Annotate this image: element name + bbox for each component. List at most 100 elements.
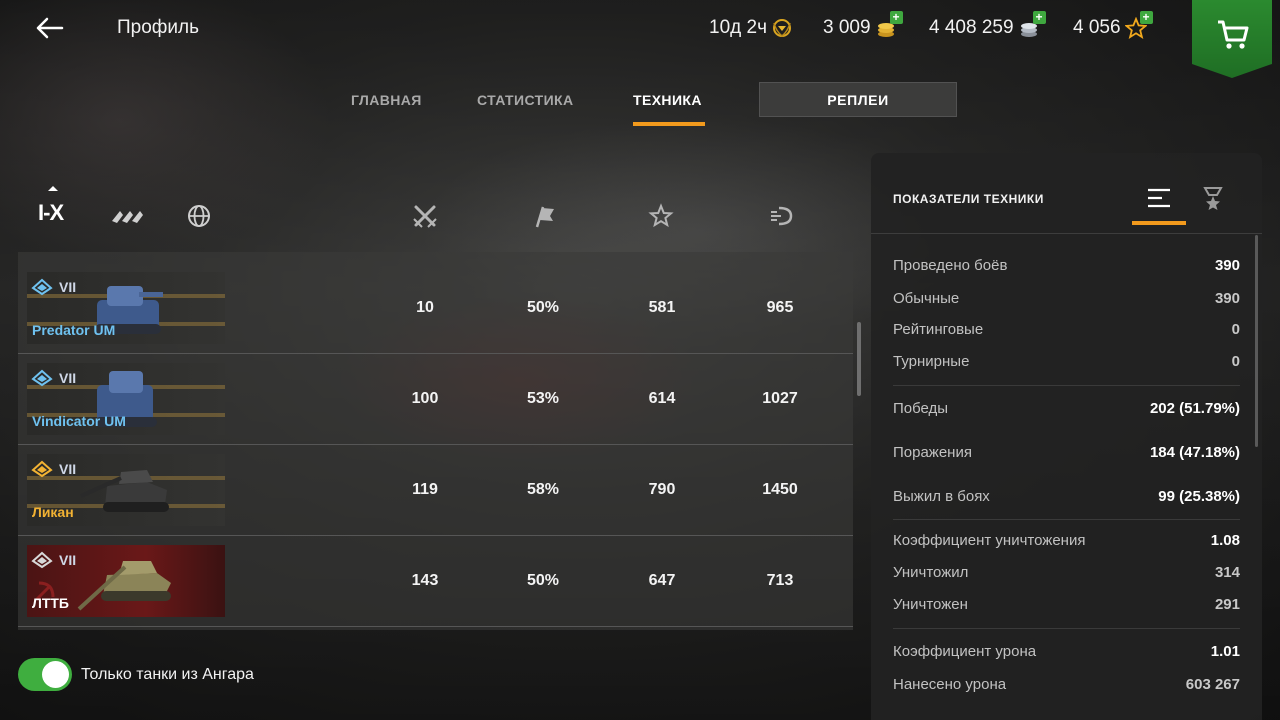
hangar-only-toggle[interactable] [18,658,72,691]
back-button[interactable] [34,14,66,42]
stat-row: Поражения 184 (47.18%) [893,442,1240,464]
avg-xp-cell: 614 [648,390,676,407]
awards-tab[interactable] [1197,185,1229,211]
tier-badge: VII [31,278,76,296]
battles-icon[interactable] [412,203,438,229]
add-gold-icon[interactable]: + [889,11,903,24]
avg-damage-shell-icon[interactable] [767,203,793,229]
tier-badge: VII [31,369,76,387]
tank-name: ЛТТБ [32,595,69,611]
divider [893,385,1240,386]
stats-list-tab[interactable] [1144,185,1176,211]
panel-scrollbar[interactable] [1255,235,1258,447]
stat-value: 1.01 [1210,643,1240,660]
tank-image-icon [80,470,169,512]
free-xp-balance[interactable]: 4 056 + [1073,11,1153,39]
tank-image-icon [77,561,171,611]
stat-row: Рейтинговые 0 [893,319,1240,341]
stat-label: Нанесено урона [893,676,1007,693]
battles-cell: 143 [411,572,439,589]
stat-value: 390 [1214,290,1240,307]
tier-label: VII [59,552,77,568]
tier-badge: VII [31,460,76,478]
tab-replays[interactable]: РЕПЛЕИ [759,82,957,117]
silver-coins-icon: + [1018,11,1046,39]
stat-row: Турнирные 0 [893,351,1240,373]
tier-filter[interactable]: I-X [38,200,64,226]
tab-statistics[interactable]: СТАТИСТИКА [477,92,574,108]
battles-cell: 119 [412,481,438,498]
table-scrollbar[interactable] [857,322,861,396]
stat-label: Победы [893,400,949,417]
top-bar: Профиль 10д 2ч 3 009 + 4 408 259 + 4 056… [0,0,1280,78]
stat-row: Выжил в боях 99 (25.38%) [893,486,1240,508]
stat-label: Проведено боёв [893,257,1008,274]
stat-row: Победы 202 (51.79%) [893,398,1240,420]
table-row[interactable]: VII Ликан 119 58% 790 1450 [18,445,853,536]
stat-label: Уничтожен [893,596,968,613]
globe-icon[interactable] [186,203,212,229]
arrow-left-icon [36,17,64,39]
gold-balance[interactable]: 3 009 + [823,11,903,39]
divider [871,233,1262,234]
tier-badge: VII [31,551,76,569]
hangar-only-label: Только танки из Ангара [81,666,254,683]
premium-icon [771,17,793,39]
page-title: Профиль [117,17,200,38]
stat-value: 0 [1231,353,1240,370]
vehicles-table: VII Predator UM 10 50% 581 965 VII Vindi… [18,252,853,630]
cart-icon [1218,20,1249,49]
premium-account[interactable]: 10д 2ч [709,17,793,39]
add-credits-icon[interactable]: + [1032,11,1046,24]
premium-time-value: 10д 2ч [709,17,767,38]
stat-row: Проведено боёв 390 [893,255,1240,277]
winrate-cell: 50% [526,572,560,589]
vehicle-card: VII ЛТТБ [27,545,225,617]
tier-label: VII [59,461,77,477]
winrate-cell: 50% [526,299,560,316]
stat-label: Турнирные [893,353,970,370]
table-row[interactable]: VII Vindicator UM 100 53% 614 1027 [18,354,853,445]
stat-label: Коэффициент уничтожения [893,532,1086,549]
avg-damage-cell: 965 [766,299,794,316]
stat-row: Обычные 390 [893,288,1240,310]
stat-row: Уничтожил 314 [893,562,1240,584]
stat-label: Рейтинговые [893,321,984,338]
stat-value: 0 [1231,321,1240,338]
avg-xp-cell: 647 [648,572,676,589]
vehicle-card: VII Vindicator UM [27,363,225,435]
stat-value: 291 [1214,596,1240,613]
collectible-vehicle-icon [31,369,53,387]
stat-value: 99 (25.38%) [1158,488,1240,505]
tank-name: Vindicator UM [32,413,126,429]
tab-main[interactable]: ГЛАВНАЯ [351,92,422,108]
table-row[interactable]: VII ЛТТБ 143 50% 647 713 [18,536,853,627]
medal-icon [1203,187,1223,210]
divider [893,628,1240,629]
gold-value: 3 009 [823,17,871,38]
gold-coins-icon: + [875,11,903,39]
avg-xp-cell: 581 [648,299,676,316]
list-icon [1148,188,1170,208]
tab-vehicles[interactable]: ТЕХНИКА [633,92,702,108]
vehicle-class-filter-icon[interactable] [110,203,146,229]
avg-xp-star-icon[interactable] [648,203,674,229]
stat-label: Обычные [893,290,960,307]
stat-row: Уничтожен 291 [893,594,1240,616]
win-rate-flag-icon[interactable] [531,203,557,229]
panel-title: ПОКАЗАТЕЛИ ТЕХНИКИ [893,192,1044,206]
collectible-vehicle-icon [31,278,53,296]
panel-active-tab-indicator [1132,221,1186,225]
battles-cell: 100 [411,390,439,407]
stat-value: 314 [1214,564,1240,581]
credits-value: 4 408 259 [929,17,1014,38]
profile-tabs: ГЛАВНАЯ СТАТИСТИКА ТЕХНИКА РЕПЛЕИ [0,82,1280,126]
shop-button[interactable] [1192,0,1272,78]
divider [893,519,1240,520]
stat-label: Коэффициент урона [893,643,1037,660]
credits-balance[interactable]: 4 408 259 + [929,11,1046,39]
sort-caret-icon [48,186,58,191]
stat-label: Выжил в боях [893,488,990,505]
add-free-xp-icon[interactable]: + [1139,11,1153,24]
table-row[interactable]: VII Predator UM 10 50% 581 965 [18,263,853,354]
